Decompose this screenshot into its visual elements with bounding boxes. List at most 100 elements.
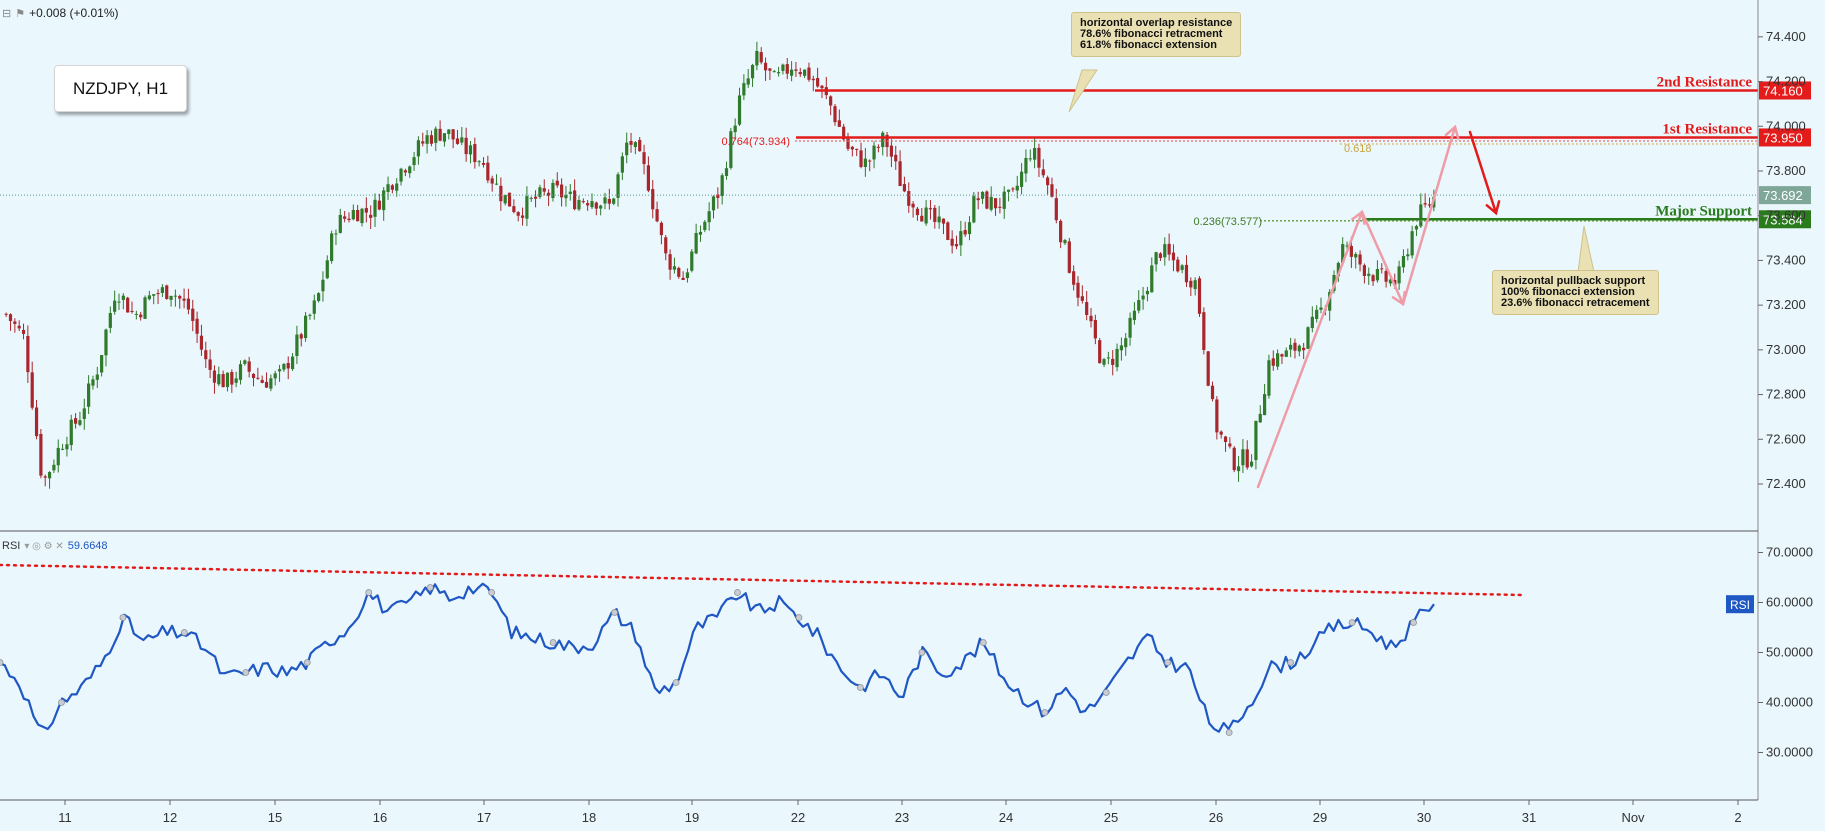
candle	[694, 223, 698, 255]
candle	[139, 311, 143, 321]
candle-body	[1106, 357, 1110, 359]
candle-body	[998, 206, 1002, 208]
candle	[924, 200, 928, 226]
candle-body	[1293, 342, 1297, 351]
price-change: +0.008 (+0.01%)	[29, 6, 119, 20]
rsi-pivot	[1225, 729, 1233, 736]
candle	[26, 325, 30, 383]
candle-body	[295, 334, 299, 357]
candle-body	[486, 162, 490, 181]
candle	[516, 211, 520, 222]
candle	[1106, 351, 1110, 365]
candle-body	[733, 125, 737, 133]
candle	[703, 219, 707, 233]
candle	[1202, 307, 1206, 355]
candle	[1219, 430, 1223, 439]
candle-body	[234, 378, 238, 383]
candle-body	[1041, 169, 1045, 176]
candle	[551, 179, 555, 202]
candle-body	[1397, 266, 1401, 284]
candle	[633, 141, 637, 155]
candle	[1241, 439, 1245, 474]
candle-body	[468, 145, 473, 155]
rsi-pivot	[242, 669, 250, 676]
candle-body	[52, 464, 56, 471]
candle	[455, 129, 460, 145]
candle	[976, 191, 980, 210]
candle	[1098, 338, 1102, 364]
candle	[290, 352, 295, 371]
candle-body	[1276, 353, 1280, 367]
candle	[690, 249, 694, 273]
candle	[1089, 307, 1093, 328]
price-tick-label: 74.400	[1766, 29, 1806, 44]
candle	[134, 310, 138, 320]
candle-body	[1189, 280, 1193, 288]
candle-body	[1371, 275, 1375, 282]
candle	[1223, 435, 1228, 452]
candle	[303, 312, 308, 342]
candle-body	[1410, 231, 1414, 256]
candle-body	[1033, 147, 1037, 160]
candle	[590, 193, 594, 210]
resistance-note: horizontal overlap resistance 78.6% fibo…	[1071, 12, 1242, 57]
candle-body	[1219, 431, 1223, 435]
candle	[1154, 251, 1158, 272]
candle-body	[317, 293, 321, 301]
candle-body	[8, 314, 13, 322]
candle	[625, 132, 629, 164]
candle	[855, 148, 859, 157]
candle	[299, 332, 303, 347]
candle-body	[1197, 278, 1202, 314]
candle	[74, 413, 78, 429]
time-tick-label: 31	[1522, 810, 1536, 825]
candle-body	[1419, 204, 1423, 227]
candle	[1236, 455, 1241, 482]
candle-body	[421, 141, 425, 144]
candle	[473, 137, 477, 169]
rsi-pivot	[734, 589, 741, 596]
collapse-icon[interactable]: ⊟	[2, 7, 11, 20]
candle-body	[1306, 327, 1310, 349]
candle-body	[447, 129, 451, 134]
candle-body	[373, 199, 377, 217]
candle	[330, 230, 334, 264]
candle	[1297, 344, 1301, 357]
candle-body	[807, 67, 811, 80]
candle-body	[156, 293, 160, 295]
candle-body	[247, 361, 251, 372]
candle-body	[898, 161, 902, 186]
candle-body	[429, 135, 434, 144]
current-price-label: 73.692	[1763, 188, 1803, 203]
candle-body	[269, 378, 273, 389]
pullback-arrow	[1360, 210, 1406, 307]
price-chart[interactable]: 73.6922nd Resistance74.1601st Resistance…	[0, 0, 1825, 831]
candle	[386, 176, 390, 200]
rsi-settings-icon[interactable]: ▾ ◎ ⚙ ✕	[24, 541, 63, 552]
candle-body	[4, 313, 8, 315]
candle-body	[1150, 265, 1154, 293]
candle	[1111, 350, 1115, 376]
candle-body	[1302, 347, 1306, 351]
candle	[334, 229, 338, 246]
candle	[803, 69, 807, 79]
time-tick-label: Nov	[1621, 810, 1645, 825]
candle	[295, 325, 299, 364]
time-tick-label: 24	[999, 810, 1013, 825]
candle	[95, 366, 99, 389]
candle	[1150, 257, 1154, 293]
candle-body	[82, 408, 86, 419]
candle-body	[186, 298, 191, 310]
flag-icon[interactable]: ⚑	[15, 7, 25, 20]
candle	[672, 257, 677, 274]
candle-body	[499, 185, 503, 202]
candle-body	[147, 295, 151, 300]
candle	[1054, 188, 1058, 224]
candle-body	[273, 373, 277, 379]
candle	[1093, 314, 1097, 345]
candle-body	[282, 363, 286, 370]
candle	[1115, 343, 1119, 372]
candle	[438, 120, 442, 142]
price-tick-label: 72.400	[1766, 476, 1806, 491]
candle	[560, 178, 564, 207]
